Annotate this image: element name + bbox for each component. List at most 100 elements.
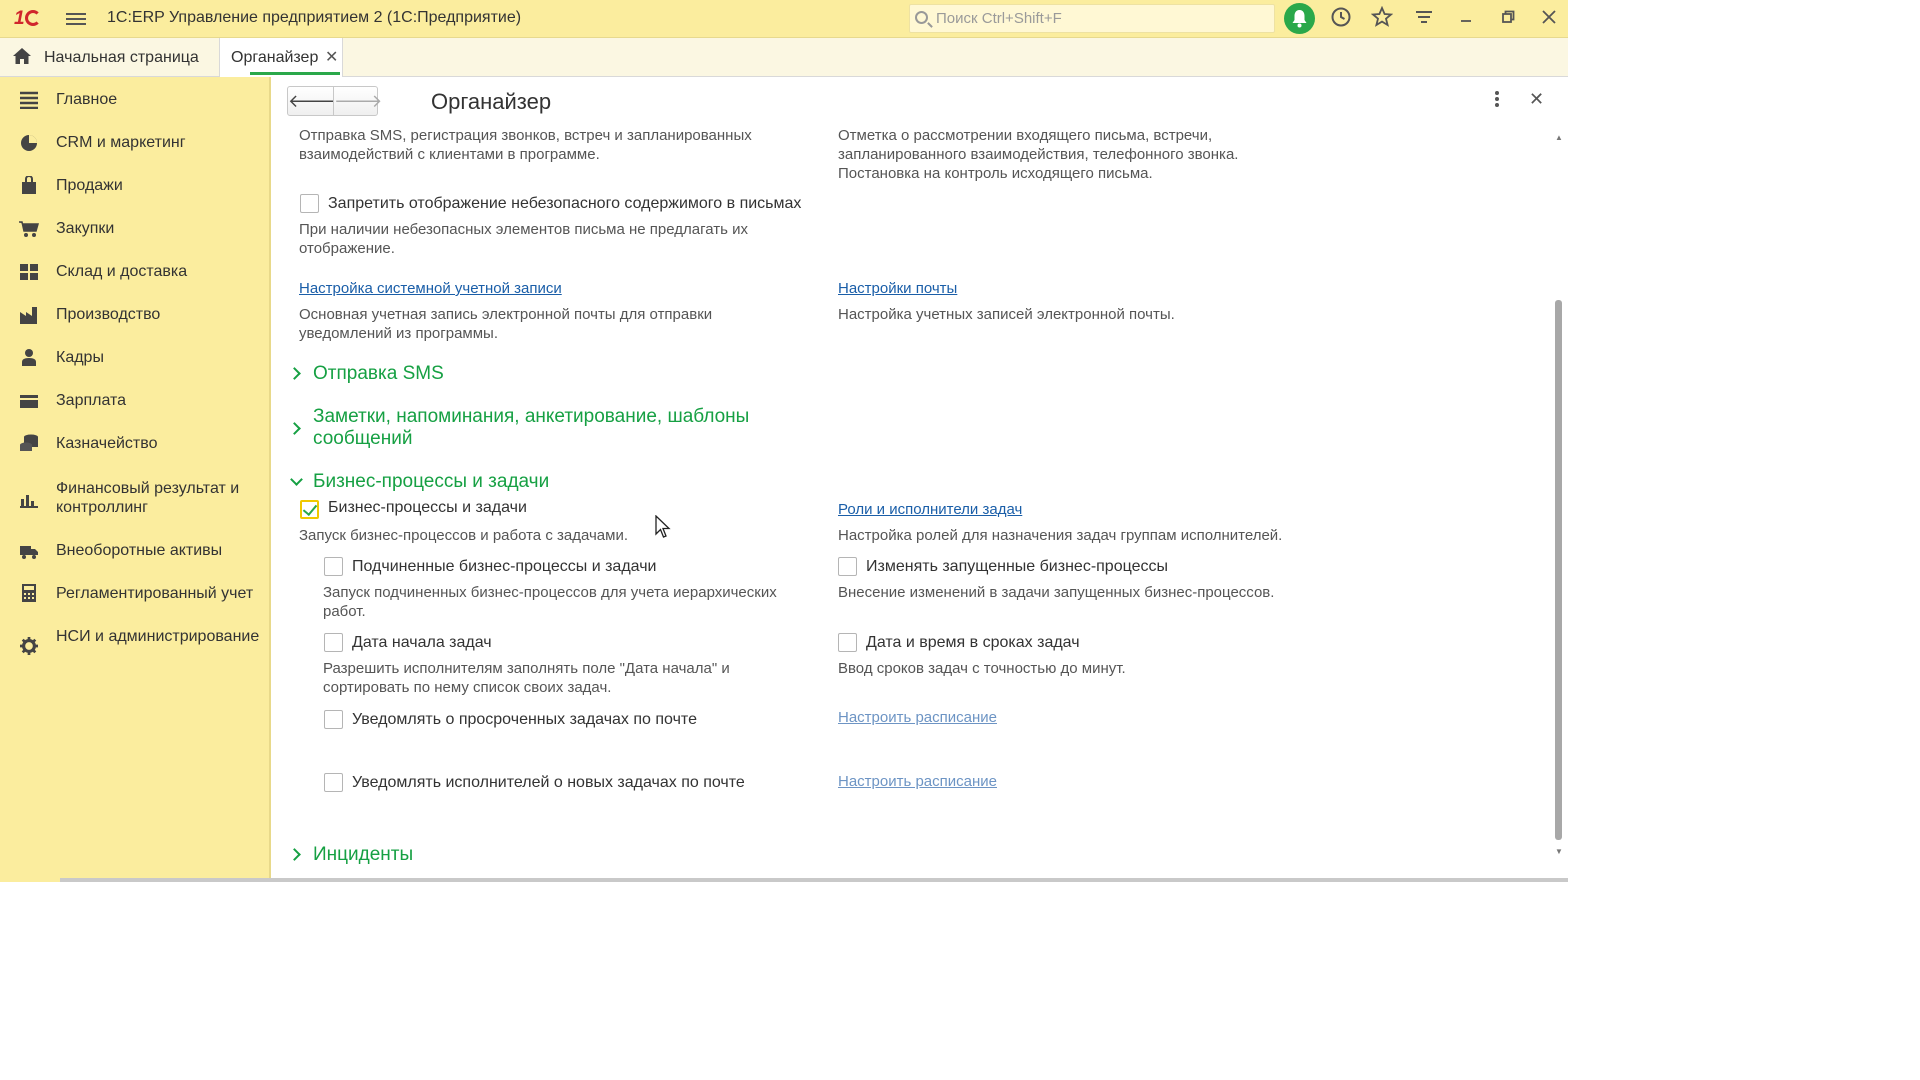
person-icon: [22, 349, 36, 366]
start-date-label[interactable]: Дата начала задач: [352, 634, 492, 652]
mail-settings-link[interactable]: Настройки почты: [838, 280, 957, 297]
close-window-icon[interactable]: [1536, 6, 1562, 32]
sub-bp-checkbox[interactable]: [324, 557, 343, 576]
sidebar-item-label: Внеоборотные активы: [56, 542, 223, 559]
bp-main-label[interactable]: Бизнес-процессы и задачи: [328, 499, 527, 517]
forward-arrow-icon[interactable]: 🡒: [334, 87, 382, 115]
tab-close-icon[interactable]: ✕: [325, 47, 338, 67]
bp-main-checkbox[interactable]: [300, 500, 319, 519]
main-menu-icon[interactable]: [66, 10, 86, 28]
sidebar-item-label: Финансовый результат и контроллинг: [56, 480, 240, 516]
start-date-description: Разрешить исполнителям заполнять поле "Д…: [323, 660, 730, 696]
inbox-mark-description: Отметка о рассмотрении входящего письма,…: [838, 127, 1239, 182]
unsafe-content-checkbox-row[interactable]: Запретить отображение небезопасного соде…: [300, 193, 820, 215]
unsafe-content-description: При наличии небезопасных элементов письм…: [299, 221, 748, 257]
section-sms-header[interactable]: Отправка SMS: [313, 363, 444, 385]
schedule-overdue-link[interactable]: Настроить расписание: [838, 709, 997, 726]
sidebar-item-sales[interactable]: Продажи: [0, 175, 269, 197]
search-icon: [915, 11, 928, 24]
section-notes-header[interactable]: Заметки, напоминания, анкетирование, шаб…: [313, 406, 793, 450]
close-form-icon[interactable]: ✕: [1529, 89, 1544, 110]
mail-settings-description: Настройка учетных записей электронной по…: [838, 306, 1175, 323]
notify-overdue-checkbox[interactable]: [324, 710, 343, 729]
notify-new-checkbox[interactable]: [324, 773, 343, 792]
calculator-icon: [22, 584, 36, 602]
factory-icon: [20, 307, 37, 324]
start-date-checkbox[interactable]: [324, 633, 343, 652]
vertical-scrollbar[interactable]: ▲ ▼: [1553, 133, 1565, 865]
minimize-icon[interactable]: [1453, 6, 1479, 32]
sidebar-item-label: CRM и маркетинг: [56, 134, 186, 151]
cart-icon: [19, 221, 39, 237]
sidebar-item-label: Склад и доставка: [56, 263, 188, 280]
sidebar-item-label: Кадры: [56, 349, 104, 366]
sidebar-item-salary[interactable]: Зарплата: [0, 390, 269, 412]
change-running-checkbox[interactable]: [838, 557, 857, 576]
chevron-right-icon[interactable]: [288, 422, 301, 435]
date-time-label[interactable]: Дата и время в сроках задач: [866, 634, 1080, 652]
roles-and-performers-link[interactable]: Роли и исполнители задач: [838, 501, 1022, 518]
system-account-settings-link[interactable]: Настройка системной учетной записи: [299, 280, 562, 297]
change-running-checkbox-row[interactable]: Изменять запущенные бизнес-процессы: [838, 556, 1258, 578]
date-time-checkbox[interactable]: [838, 633, 857, 652]
notifications-bell-icon[interactable]: [1284, 3, 1315, 34]
sidebar-item-purchases[interactable]: Закупки: [0, 218, 269, 240]
bp-main-checkbox-row[interactable]: Бизнес-процессы и задачи: [300, 499, 600, 521]
section-incidents-header[interactable]: Инциденты: [313, 844, 413, 866]
sidebar-item-admin[interactable]: НСИ и администрирование: [0, 626, 269, 668]
tab-bar: Начальная страница Органайзер ✕: [0, 38, 1568, 77]
scroll-down-arrow-icon[interactable]: ▼: [1555, 847, 1563, 856]
tab-organizer-label: Органайзер: [231, 49, 319, 66]
schedule-new-link[interactable]: Настроить расписание: [838, 773, 997, 790]
chevron-down-icon[interactable]: [290, 473, 303, 486]
sub-bp-checkbox-row[interactable]: Подчиненные бизнес-процессы и задачи: [324, 556, 744, 578]
date-time-checkbox-row[interactable]: Дата и время в сроках задач: [838, 632, 1138, 654]
back-arrow-icon[interactable]: 🡐: [288, 87, 336, 115]
bp-main-description: Запуск бизнес-процессов и работа с задач…: [299, 527, 628, 544]
scrollbar-thumb[interactable]: [1555, 300, 1562, 840]
notify-overdue-checkbox-row[interactable]: Уведомлять о просроченных задачах по поч…: [324, 709, 744, 731]
tab-organizer[interactable]: Органайзер ✕: [219, 38, 343, 77]
start-date-checkbox-row[interactable]: Дата начала задач: [324, 632, 624, 654]
search-input[interactable]: [936, 8, 1266, 29]
more-actions-icon[interactable]: [1495, 91, 1499, 109]
sidebar-item-label: Производство: [56, 306, 161, 323]
change-running-label[interactable]: Изменять запущенные бизнес-процессы: [866, 558, 1168, 576]
notify-new-checkbox-row[interactable]: Уведомлять исполнителей о новых задачах …: [324, 772, 784, 794]
unsafe-content-checkbox[interactable]: [300, 194, 319, 213]
tab-home[interactable]: Начальная страница: [44, 49, 199, 67]
search-box[interactable]: [909, 4, 1275, 33]
history-icon[interactable]: [1328, 6, 1354, 32]
sidebar-item-production[interactable]: Производство: [0, 304, 269, 326]
favorites-star-icon[interactable]: [1369, 5, 1395, 32]
bottom-border: [60, 878, 1568, 882]
restore-window-icon[interactable]: [1495, 6, 1521, 32]
main-content: 🡐 🡒 Органайзер ✕ Отправка SMS, регистрац…: [273, 77, 1568, 882]
notify-overdue-label[interactable]: Уведомлять о просроченных задачах по поч…: [352, 711, 697, 729]
chevron-right-icon[interactable]: [288, 848, 301, 861]
functions-menu-icon[interactable]: [1411, 6, 1437, 32]
home-icon[interactable]: [12, 47, 32, 69]
sidebar-item-treasury[interactable]: Казначейство: [0, 433, 269, 455]
warehouse-icon: [20, 264, 38, 280]
chevron-right-icon[interactable]: [288, 367, 301, 380]
notify-new-label[interactable]: Уведомлять исполнителей о новых задачах …: [352, 774, 745, 792]
bar-chart-icon: [20, 495, 38, 508]
roles-description: Настройка ролей для назначения задач гру…: [838, 527, 1283, 544]
sub-bp-label[interactable]: Подчиненные бизнес-процессы и задачи: [352, 558, 656, 576]
sidebar-item-main[interactable]: Главное: [0, 89, 269, 111]
scroll-up-arrow-icon[interactable]: ▲: [1555, 133, 1563, 142]
menu-list-icon: [20, 91, 38, 109]
pie-chart-icon: [21, 135, 37, 151]
sidebar-item-fixed-assets[interactable]: Внеоборотные активы: [0, 540, 269, 562]
unsafe-content-label[interactable]: Запретить отображение небезопасного соде…: [328, 195, 801, 213]
1c-logo: 1: [14, 8, 41, 30]
sidebar-item-regulated[interactable]: Регламентированный учет: [0, 583, 269, 605]
sidebar-item-crm[interactable]: CRM и маркетинг: [0, 132, 269, 154]
sidebar-item-hr[interactable]: Кадры: [0, 347, 269, 369]
sidebar-item-warehouse[interactable]: Склад и доставка: [0, 261, 269, 283]
date-time-description: Ввод сроков задач с точностью до минут.: [838, 660, 1126, 677]
section-business-processes-header[interactable]: Бизнес-процессы и задачи: [313, 471, 549, 493]
sidebar-item-finance[interactable]: Финансовый результат и контроллинг: [0, 478, 269, 520]
change-running-description: Внесение изменений в задачи запущенных б…: [838, 584, 1275, 601]
